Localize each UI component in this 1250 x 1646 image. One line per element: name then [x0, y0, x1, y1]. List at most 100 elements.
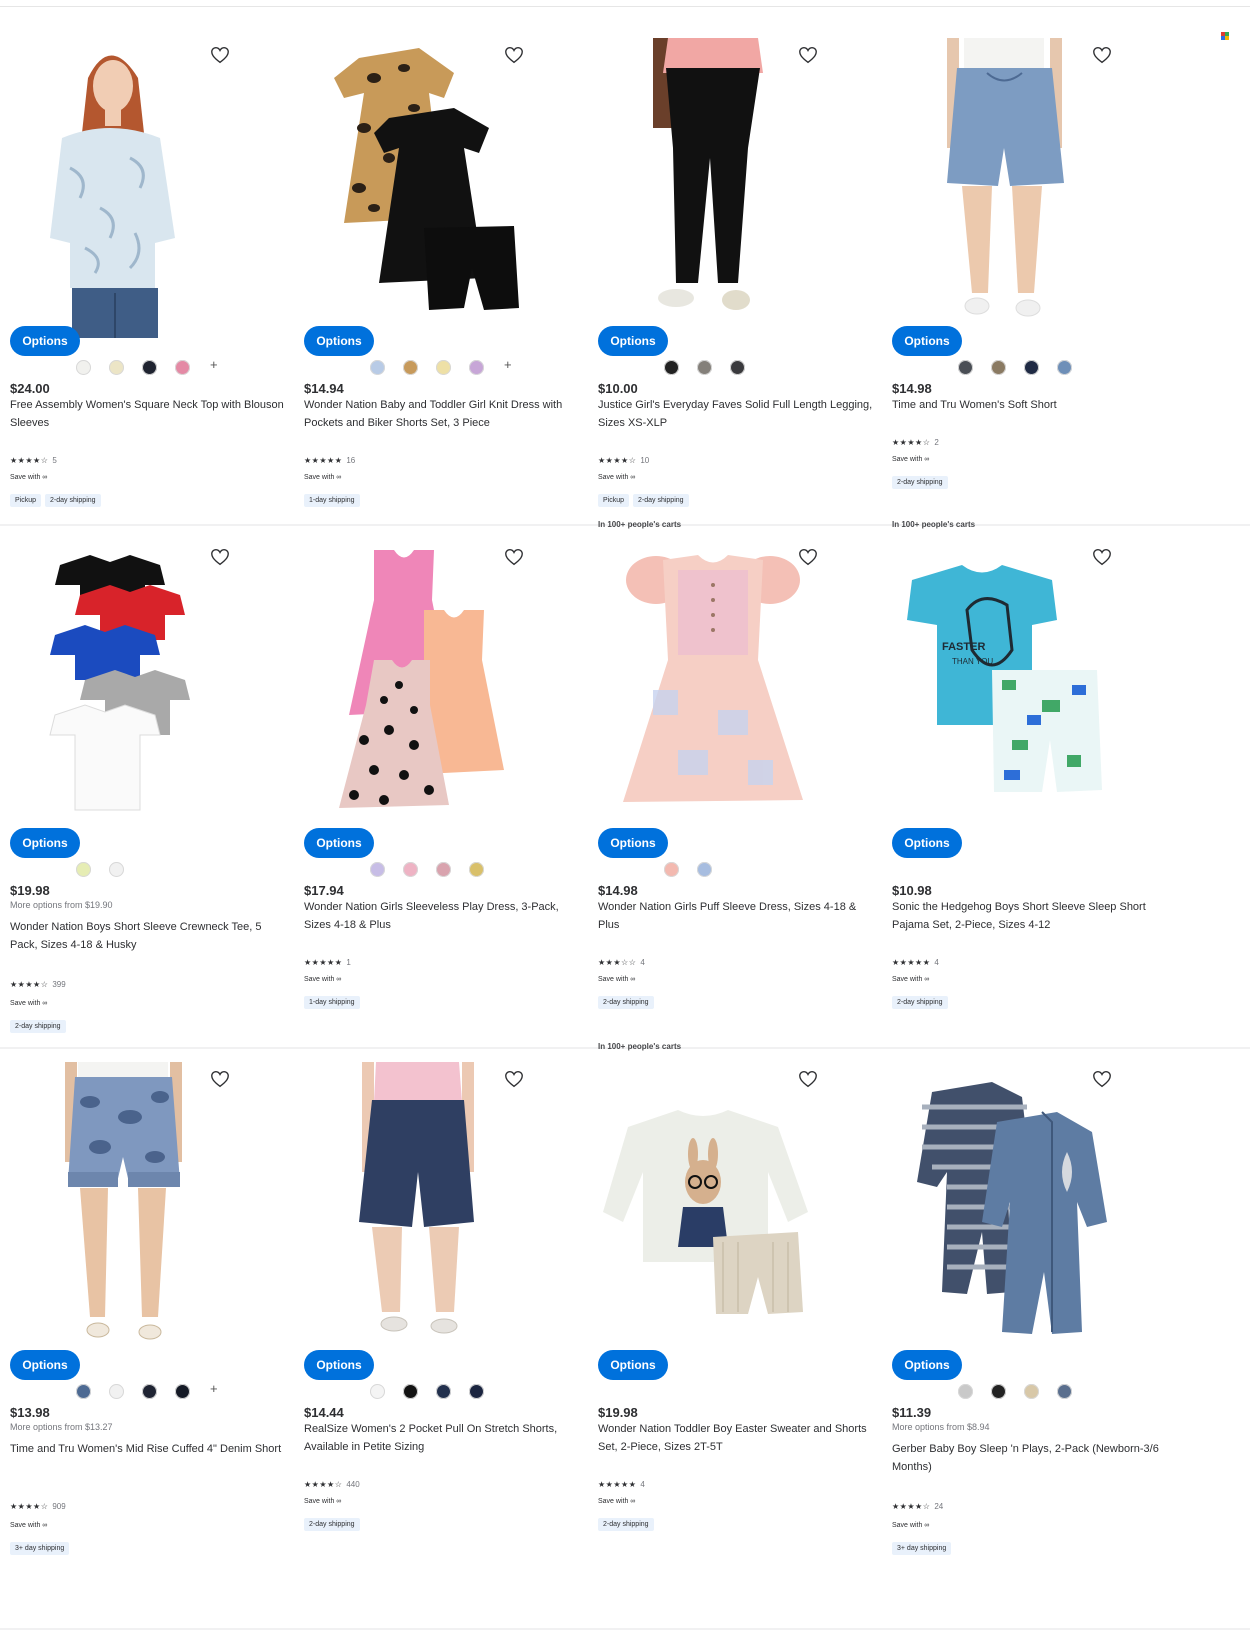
product-image[interactable]: [10, 38, 240, 338]
heart-icon[interactable]: [797, 44, 819, 66]
heart-icon[interactable]: [503, 1068, 525, 1090]
color-swatch[interactable]: [469, 360, 484, 375]
product-title[interactable]: Time and Tru Women's Mid Rise Cuffed 4" …: [10, 1440, 292, 1458]
color-swatch[interactable]: [403, 1384, 418, 1399]
heart-icon[interactable]: [1091, 546, 1113, 568]
heart-icon[interactable]: [797, 546, 819, 568]
color-swatch[interactable]: [175, 1384, 190, 1399]
product-card[interactable]: In 100+ people's carts FASTER THAN YOU O…: [886, 520, 1186, 1060]
color-swatch[interactable]: [664, 862, 679, 877]
color-swatch[interactable]: [109, 360, 124, 375]
heart-icon[interactable]: [797, 1068, 819, 1090]
heart-icon[interactable]: [209, 1068, 231, 1090]
more-colors-icon[interactable]: +: [210, 357, 218, 372]
color-swatch[interactable]: [958, 360, 973, 375]
product-card[interactable]: Options $19.98 More options from $19.90 Won…: [4, 540, 304, 1060]
options-button[interactable]: Options: [598, 1350, 668, 1380]
product-title[interactable]: Gerber Baby Boy Sleep 'n Plays, 2-Pack (…: [892, 1440, 1174, 1476]
options-button[interactable]: Options: [10, 326, 80, 356]
color-swatch[interactable]: [1024, 360, 1039, 375]
color-swatch[interactable]: [436, 1384, 451, 1399]
color-swatch[interactable]: [76, 862, 91, 877]
color-swatch[interactable]: [370, 360, 385, 375]
save-with-label: Save with ∞: [10, 474, 48, 481]
product-card[interactable]: Options $17.94 Wonder Nation Girls Sleevel…: [298, 540, 598, 1060]
product-title[interactable]: Free Assembly Women's Square Neck Top wi…: [10, 396, 292, 432]
options-button[interactable]: Options: [892, 1350, 962, 1380]
color-swatch[interactable]: [436, 360, 451, 375]
product-title[interactable]: Justice Girl's Everyday Faves Solid Full…: [598, 396, 880, 432]
color-swatch[interactable]: [142, 1384, 157, 1399]
heart-icon[interactable]: [1091, 44, 1113, 66]
heart-icon[interactable]: [1091, 1068, 1113, 1090]
product-card[interactable]: Options $11.39 More options from $8.94 Gerb…: [886, 1062, 1186, 1582]
product-image[interactable]: [304, 38, 534, 338]
product-title[interactable]: RealSize Women's 2 Pocket Pull On Stretc…: [304, 1420, 586, 1456]
product-title[interactable]: Wonder Nation Toddler Boy Easter Sweater…: [598, 1420, 880, 1456]
product-card[interactable]: In 100+ people's carts Options $14.98 Wond…: [592, 520, 892, 1060]
star-rating: ★★★★☆ 909: [10, 1502, 66, 1511]
more-colors-icon[interactable]: +: [210, 1381, 218, 1396]
product-card[interactable]: Options + $13.98 More options from $13.27 Ti…: [4, 1062, 304, 1582]
options-button[interactable]: Options: [10, 828, 80, 858]
product-image[interactable]: [10, 1062, 240, 1362]
more-colors-icon[interactable]: +: [504, 357, 512, 372]
options-button[interactable]: Options: [10, 1350, 80, 1380]
product-title[interactable]: Wonder Nation Boys Short Sleeve Crewneck…: [10, 918, 292, 954]
product-image[interactable]: FASTER THAN YOU: [892, 540, 1122, 840]
product-image[interactable]: [304, 1062, 534, 1362]
color-swatch[interactable]: [664, 360, 679, 375]
product-image[interactable]: [304, 540, 534, 840]
color-swatch[interactable]: [175, 360, 190, 375]
product-image[interactable]: [598, 38, 828, 338]
color-swatch[interactable]: [991, 1384, 1006, 1399]
product-image[interactable]: [892, 1062, 1122, 1362]
color-swatch[interactable]: [109, 1384, 124, 1399]
product-image[interactable]: [892, 38, 1122, 338]
product-title[interactable]: Wonder Nation Baby and Toddler Girl Knit…: [304, 396, 586, 432]
color-swatch[interactable]: [730, 360, 745, 375]
options-button[interactable]: Options: [892, 326, 962, 356]
color-swatch[interactable]: [76, 1384, 91, 1399]
color-swatch[interactable]: [370, 1384, 385, 1399]
color-swatch[interactable]: [436, 862, 451, 877]
color-swatch[interactable]: [76, 360, 91, 375]
color-swatch[interactable]: [469, 1384, 484, 1399]
product-image[interactable]: [10, 540, 240, 840]
color-swatch[interactable]: [109, 862, 124, 877]
color-swatch[interactable]: [142, 360, 157, 375]
heart-icon[interactable]: [209, 546, 231, 568]
product-card[interactable]: Options $14.98 Time and Tru Women's Soft S…: [886, 38, 1186, 558]
product-title[interactable]: Wonder Nation Girls Puff Sleeve Dress, S…: [598, 898, 880, 934]
color-swatch[interactable]: [370, 862, 385, 877]
product-image[interactable]: [598, 1062, 828, 1362]
options-button[interactable]: Options: [598, 326, 668, 356]
color-swatch[interactable]: [403, 360, 418, 375]
options-button[interactable]: Options: [598, 828, 668, 858]
color-swatch[interactable]: [1057, 1384, 1072, 1399]
options-button[interactable]: Options: [304, 326, 374, 356]
product-card[interactable]: Options $10.00 Justice Girl's Everyday Fav…: [592, 38, 892, 558]
heart-icon[interactable]: [209, 44, 231, 66]
color-swatch[interactable]: [697, 862, 712, 877]
color-swatch[interactable]: [991, 360, 1006, 375]
options-button[interactable]: Options: [304, 1350, 374, 1380]
product-title[interactable]: Wonder Nation Girls Sleeveless Play Dres…: [304, 898, 586, 934]
product-title[interactable]: Time and Tru Women's Soft Short: [892, 396, 1174, 414]
product-image[interactable]: [598, 540, 828, 840]
product-card[interactable]: Options $14.44 RealSize Women's 2 Pocket P…: [298, 1062, 598, 1582]
product-title[interactable]: Sonic the Hedgehog Boys Short Sleeve Sle…: [892, 898, 1174, 934]
color-swatch[interactable]: [697, 360, 712, 375]
product-card[interactable]: Options + $24.00 Free Assembly Women's Squa…: [4, 38, 304, 558]
product-card[interactable]: In 100+ people's carts Options $19.98 Wond…: [592, 1042, 892, 1582]
color-swatch[interactable]: [958, 1384, 973, 1399]
color-swatch[interactable]: [403, 862, 418, 877]
options-button[interactable]: Options: [892, 828, 962, 858]
color-swatch[interactable]: [1024, 1384, 1039, 1399]
color-swatch[interactable]: [1057, 360, 1072, 375]
heart-icon[interactable]: [503, 546, 525, 568]
options-button[interactable]: Options: [304, 828, 374, 858]
color-swatch[interactable]: [469, 862, 484, 877]
heart-icon[interactable]: [503, 44, 525, 66]
product-card[interactable]: Options + $14.94 Wonder Nation Baby and Tod…: [298, 38, 598, 558]
